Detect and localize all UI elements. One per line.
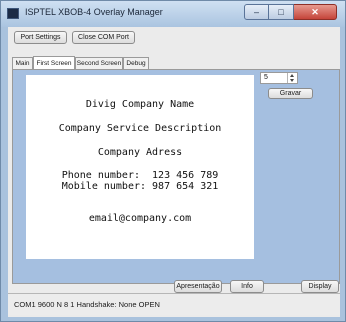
client-area: Port Settings Close COM Port Main First …: [8, 27, 340, 317]
status-bar: COM1 9600 N 8 1 Handshake: None OPEN: [8, 293, 340, 315]
first-screen-panel: Divig Company Name Company Service Descr…: [12, 69, 340, 284]
window-controls: – □ ✕: [244, 4, 337, 22]
tab-first-screen[interactable]: First Screen: [33, 56, 75, 69]
spinner-up-icon[interactable]: [290, 74, 294, 77]
line-number-spinner[interactable]: 5: [260, 72, 298, 84]
screen-line-mobile-number: Mobile number: 987 654 321: [61, 181, 219, 192]
screen-preview: Divig Company Name Company Service Descr…: [26, 75, 254, 259]
window-title: ISPTEL XBOB-4 Overlay Manager: [25, 7, 163, 17]
spinner-down-icon[interactable]: [290, 79, 294, 82]
close-button[interactable]: ✕: [294, 4, 337, 20]
tab-second-screen[interactable]: Second Screen: [75, 57, 123, 69]
tab-debug[interactable]: Debug: [123, 57, 149, 69]
gravar-button[interactable]: Gravar: [268, 88, 313, 99]
screen-line-company-address: Company Adress: [97, 147, 183, 158]
app-window: ISPTEL XBOB-4 Overlay Manager – □ ✕ Port…: [0, 0, 346, 322]
app-icon: [7, 8, 19, 19]
title-bar[interactable]: ISPTEL XBOB-4 Overlay Manager – □ ✕: [1, 1, 345, 27]
maximize-button[interactable]: □: [269, 4, 294, 20]
screen-line-phone-number: Phone number: 123 456 789: [61, 170, 219, 181]
tab-main[interactable]: Main: [12, 57, 33, 69]
screen-line-service-description: Company Service Description: [58, 123, 222, 134]
screen-line-email: email@company.com: [88, 213, 192, 224]
info-button[interactable]: Info: [230, 280, 264, 293]
minimize-button[interactable]: –: [244, 4, 269, 20]
apresentacao-button[interactable]: Apresentação: [174, 280, 222, 293]
status-text: COM1 9600 N 8 1 Handshake: None OPEN: [14, 300, 160, 309]
screen-line-company-name: Divig Company Name: [85, 99, 195, 110]
spinner-arrows[interactable]: [287, 73, 297, 83]
spinner-value: 5: [264, 74, 268, 81]
port-settings-button[interactable]: Port Settings: [14, 31, 67, 44]
close-com-port-button[interactable]: Close COM Port: [72, 31, 135, 44]
display-button[interactable]: Display: [301, 280, 339, 293]
